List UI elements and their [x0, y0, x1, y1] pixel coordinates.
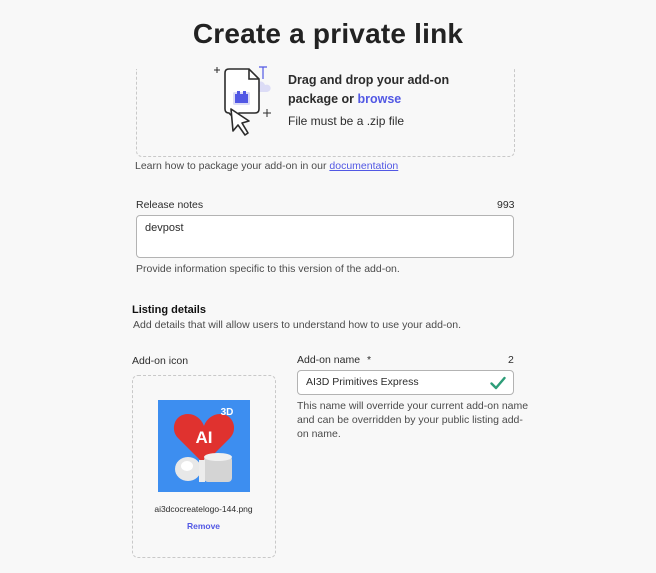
addon-name-counter: 2: [508, 354, 514, 366]
listing-details-title: Listing details: [132, 304, 206, 316]
addon-name-input[interactable]: AI3D Primitives Express: [297, 370, 514, 395]
documentation-link[interactable]: documentation: [329, 160, 398, 172]
help-prefix: Learn how to package your add-on in our: [135, 160, 330, 172]
addon-icon-image: AI 3D: [158, 400, 250, 492]
required-marker: *: [366, 354, 372, 366]
release-notes-description: Provide information specific to this ver…: [136, 263, 400, 275]
browse-link[interactable]: browse: [357, 92, 401, 106]
remove-icon-button[interactable]: Remove: [133, 521, 274, 531]
addon-name-label: Add-on name *: [297, 354, 371, 366]
file-requirement: File must be a .zip file: [288, 114, 405, 128]
package-text: package or: [288, 92, 358, 106]
drag-drop-text: Drag and drop your add-on: [288, 73, 450, 87]
package-help-text: Learn how to package your add-on in our …: [135, 160, 398, 172]
release-notes-counter: 993: [497, 199, 515, 211]
release-notes-textarea[interactable]: devpost: [136, 215, 514, 258]
addon-name-description-1: This name will override your current add…: [297, 400, 529, 412]
icon-3d-text: 3D: [221, 407, 234, 418]
addon-name-label-text: Add-on name: [297, 354, 361, 366]
listing-details-description: Add details that will allow users to und…: [133, 319, 462, 331]
addon-name-description-3: on name.: [297, 428, 341, 440]
addon-name-description-2: and can be overridden by your public lis…: [297, 414, 523, 426]
upload-dropzone[interactable]: Drag and drop your add-on package or bro…: [136, 66, 515, 157]
addon-icon-dropzone[interactable]: AI 3D ai3dcocreatelogo-144.png Remove: [132, 375, 276, 558]
checkmark-icon: [490, 376, 506, 390]
icon-ai-text: AI: [196, 428, 213, 447]
icon-file-name: ai3dcocreatelogo-144.png: [154, 504, 253, 514]
release-notes-label: Release notes: [136, 199, 204, 211]
page-title: Create a private link: [192, 18, 464, 49]
upload-file-icon: [214, 66, 271, 136]
package-browse-line: package or browse: [288, 90, 508, 109]
addon-icon-label: Add-on icon: [132, 355, 189, 367]
